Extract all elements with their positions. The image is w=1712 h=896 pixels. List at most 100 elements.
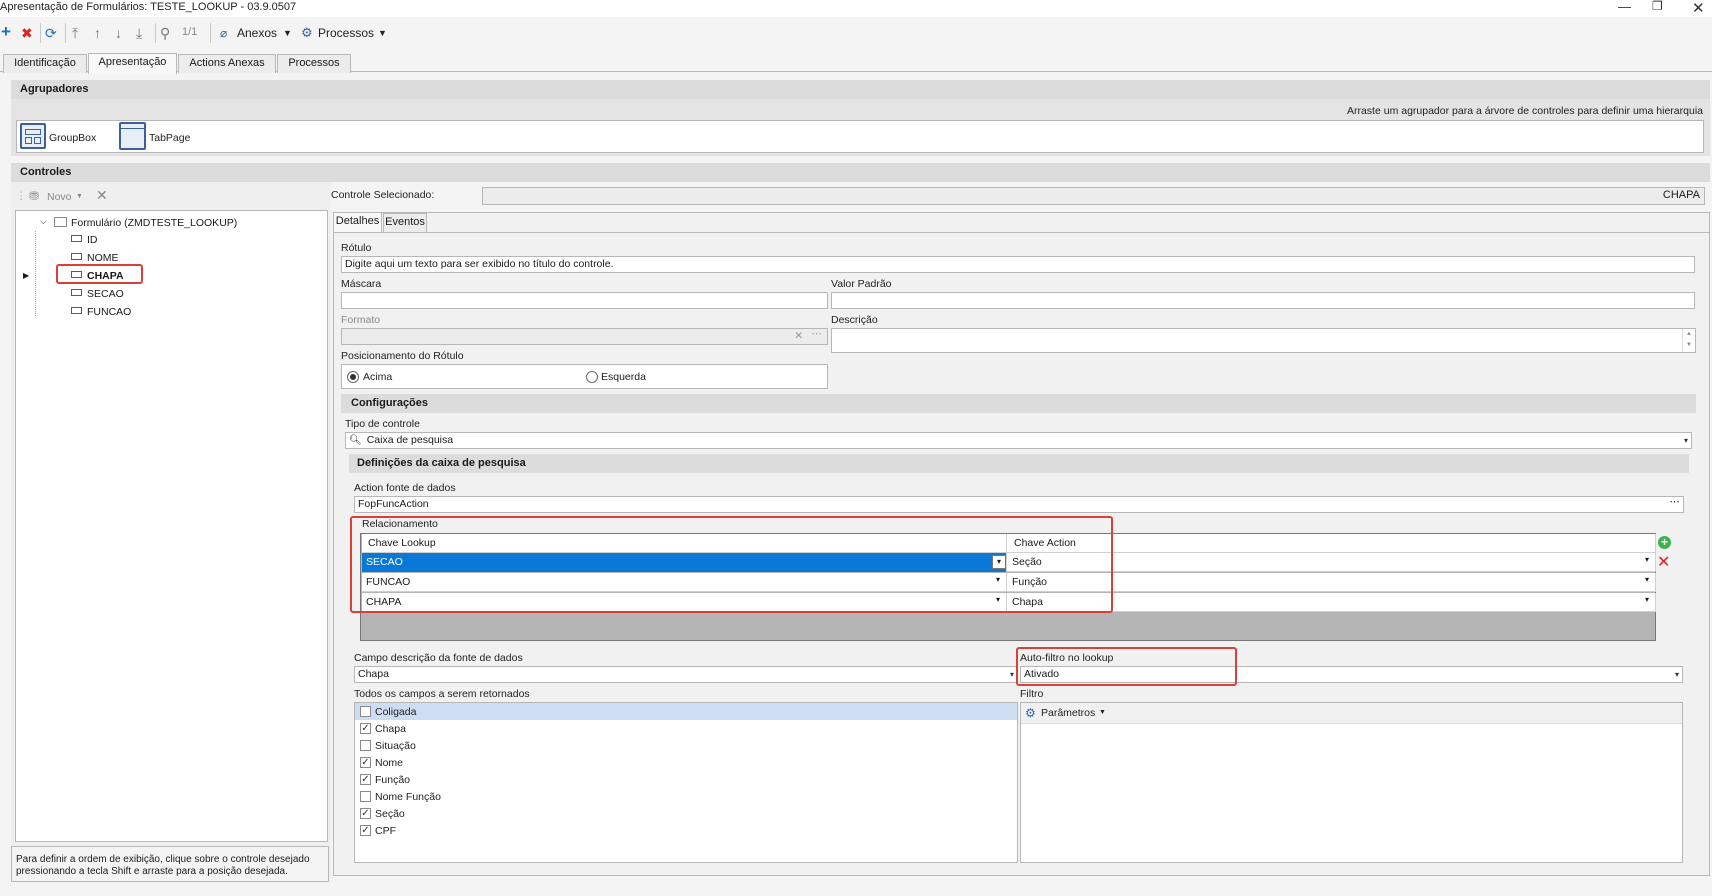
field-icon [71,307,82,314]
toolbar-separator [155,23,156,43]
novo-button[interactable]: Novo [47,191,72,203]
tab-processos[interactable]: Processos [277,54,351,73]
title-bar: Apresentação de Formulários: TESTE_LOOKU… [0,0,1712,17]
tabpage-icon[interactable] [119,122,146,150]
chevron-down-icon[interactable]: ▼ [283,28,292,38]
formato-label: Formato [341,314,381,326]
checkbox[interactable]: ✓ [360,723,371,734]
campo-item[interactable]: Situação [355,737,1017,754]
tabpage-label[interactable]: TabPage [149,132,190,144]
minimize-icon[interactable]: — [1618,0,1631,14]
search-icon[interactable]: ⚲ [160,25,170,42]
campo-descricao-select[interactable]: Chapa ▾ [354,666,1018,683]
controles-header: Controles [11,163,1710,182]
parameters-icon: ⚙ [1025,706,1036,720]
groupbox-label[interactable]: GroupBox [49,132,96,144]
tipo-controle-select[interactable]: 🔍︎ Caixa de pesquisa ▾ [345,432,1692,449]
checkbox[interactable] [360,791,371,802]
parametros-button[interactable]: Parâmetros [1041,707,1095,719]
campo-item[interactable]: ✓ Função [355,771,1017,788]
descricao-textarea[interactable]: ▲ ▼ [831,328,1696,353]
refresh-icon[interactable]: ⟳ [45,25,57,42]
chevron-down-icon[interactable]: ▼ [1099,709,1106,716]
campo-item[interactable]: ✓ Chapa [355,720,1017,737]
campo-item[interactable]: Coligada [355,703,1017,720]
checkbox[interactable] [360,740,371,751]
checkbox[interactable]: ✓ [360,808,371,819]
field-icon [71,253,82,260]
radio-acima[interactable] [347,371,359,383]
scrollbar[interactable]: ▲ ▼ [1682,329,1695,352]
campo-item-label: CPF [375,825,396,837]
campo-item[interactable]: ✓ Seção [355,805,1017,822]
chevron-down-icon[interactable]: ▾ [1645,575,1649,584]
mascara-input[interactable] [341,292,828,309]
next-record-icon[interactable]: ↓ [115,25,122,41]
close-window-icon[interactable]: ✕ [1692,0,1705,17]
groupbox-icon[interactable] [20,123,46,149]
chevron-down-icon[interactable]: ⌵ [40,216,47,227]
first-record-icon[interactable]: ⤒ [72,25,78,42]
form-icon [54,217,67,227]
anexos-menu[interactable]: Anexos [237,26,277,40]
tab-identificacao[interactable]: Identificação [3,54,87,73]
ellipsis-icon[interactable]: ⋯ [1670,497,1681,510]
action-fonte-input[interactable]: FopFuncAction ⋯ [354,496,1684,513]
delete-row-icon[interactable]: ✕ [1657,552,1670,572]
tree-item-secao[interactable]: SECAO [71,288,124,300]
previous-record-icon[interactable]: ↑ [94,25,101,41]
campos-checklist: Coligada ✓ Chapa Situação ✓ Nome ✓ Função Nome F… [354,702,1018,863]
add-row-icon[interactable]: + [1658,536,1671,549]
toolbar-separator [210,23,211,43]
chevron-right-icon[interactable]: ▶ [23,271,29,280]
filtro-toolbar: ⚙ Parâmetros ▼ [1021,703,1682,724]
chevron-down-icon[interactable]: ▾ [1675,667,1679,682]
tree-item-label: NOME [87,252,119,264]
chevron-down-icon[interactable]: ▾ [1010,667,1014,682]
checkbox[interactable]: ✓ [360,825,371,836]
chevron-down-icon[interactable]: ▼ [76,193,83,200]
restore-icon[interactable]: ❐ [1652,0,1663,13]
checkbox[interactable]: ✓ [360,757,371,768]
radio-esquerda[interactable] [586,371,598,383]
configuracoes-header: Configurações [341,394,1696,413]
tab-apresentacao[interactable]: Apresentação [88,53,177,74]
campo-item-label: Coligada [375,706,417,718]
tree-item-id[interactable]: ID [71,234,98,246]
toolbar-separator [65,23,66,43]
campo-item[interactable]: ✓ Nome [355,754,1017,771]
campo-item-label: Situação [375,740,416,752]
chevron-down-icon[interactable]: ▾ [1684,433,1688,448]
checkbox[interactable]: ✓ [360,774,371,785]
tab-actions-anexas[interactable]: Actions Anexas [178,54,276,73]
campo-item-label: Função [375,774,411,786]
tree-connector [35,231,36,316]
chevron-down-icon[interactable]: ▼ [378,28,387,38]
valor-padrao-input[interactable] [831,292,1695,309]
add-icon[interactable]: + [1,22,11,42]
tree-item-funcao[interactable]: FUNCAO [71,306,131,318]
radio-acima-label[interactable]: Acima [363,371,392,383]
new-control-icon[interactable]: ⛃ [29,189,39,203]
tab-detalhes[interactable]: Detalhes [333,212,382,233]
remove-control-icon[interactable]: ✕ [96,187,108,204]
delete-icon[interactable]: ✖ [21,25,33,42]
chevron-down-icon[interactable]: ▾ [1645,555,1649,564]
campo-item[interactable]: ✓ CPF [355,822,1017,839]
rotulo-input[interactable]: Digite aqui um texto para ser exibido no… [341,256,1695,273]
definicoes-header: Definições da caixa de pesquisa [349,454,1689,473]
checkbox[interactable] [360,706,371,717]
tree-footer-hint: Para definir a ordem de exibição, clique… [11,846,329,882]
rotulo-label: Rótulo [341,242,372,254]
form-tree-root[interactable]: Formulário (ZMDTESTE_LOOKUP) [54,216,237,229]
last-record-icon[interactable]: ⤓ [136,25,142,42]
highlight-autofiltro [1016,647,1237,686]
chevron-down-icon[interactable]: ▾ [1645,595,1649,604]
processos-menu[interactable]: Processos [318,26,374,40]
tab-eventos[interactable]: Eventos [383,213,427,232]
toolbar: + ✖ ⟳ ⤒ ↑ ↓ ⤓ ⚲ 1/1 ⌀ Anexos ▼ ⚙ Process… [0,17,1712,50]
radio-esquerda-label[interactable]: Esquerda [601,371,646,383]
campo-item[interactable]: Nome Função [355,788,1017,805]
tab-divider [333,232,1710,233]
tree-item-nome[interactable]: NOME [71,252,119,264]
